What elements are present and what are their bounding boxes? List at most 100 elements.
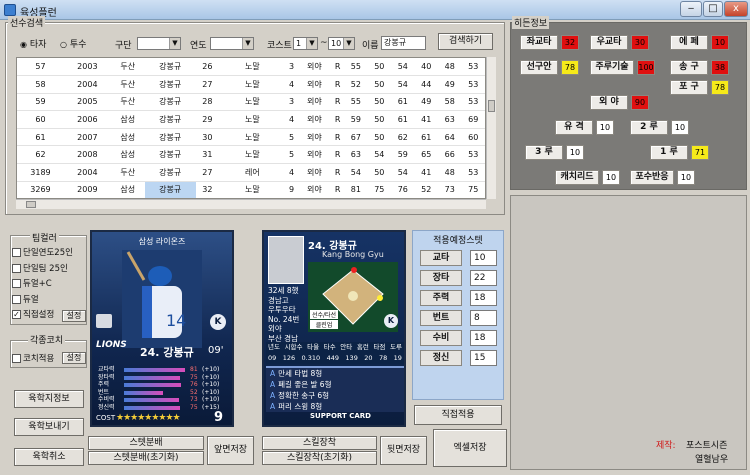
table-cell: 외야 [297,110,332,129]
card-stat-label: 정신력 [98,403,115,411]
skill-equip-reset-button[interactable]: 스킬장착(초기화) [262,451,377,465]
apply-stat-input[interactable]: 8 [470,310,497,326]
team-color-option[interactable]: 듀얼 [12,293,39,305]
table-cell: 32 [195,181,220,198]
table-cell: 강봉규 [144,181,196,198]
minimize-button[interactable]: ‒ [680,1,702,17]
table-row[interactable]: 58 2004 두산 강봉규 27 노말 4 외야 R 52 50 54 44 49 53 [17,75,485,94]
table-row[interactable]: 60 2006 삼성 강봉규 29 노말 4 외야 R 59 50 61 41 63 69 [17,110,485,129]
cost-to-select[interactable]: 10 ▼ [328,37,355,50]
stat-distribute-reset-button[interactable]: 스텟분배(초기화) [88,451,204,465]
table-cell: 81 [344,181,368,198]
save-excel-button[interactable]: 엑셀저장 [433,429,507,467]
table-cell: 62 [391,128,415,147]
name-input[interactable]: 강봉규 [381,36,426,50]
table-cell: 27 [195,75,220,94]
table-cell: 69 [461,110,485,129]
search-button[interactable]: 검색하기 [438,33,493,50]
table-cell: 50 [367,58,392,77]
hidden-stat-value: 100 [637,60,655,75]
table-cell: 64 [437,128,462,147]
card-stat-label: 주력 [98,381,110,388]
card-stat-bonus: (+10) [202,366,220,373]
cancel-training-button[interactable]: 육학취소 [14,448,84,466]
table-cell: 63 [344,145,368,165]
team-color-option[interactable]: 듀얼+C [12,277,52,289]
table-row[interactable]: 57 2003 두산 강봉규 26 노말 3 외야 R 55 50 54 40 48 53 [17,58,485,77]
close-button[interactable]: x [724,1,748,17]
table-cell: 31 [195,145,220,165]
card-badge [96,314,112,328]
card-team: 삼성 라이온즈 [138,237,186,246]
apply-stat-input[interactable]: 18 [470,290,497,306]
apply-stat-input[interactable]: 15 [470,350,497,366]
save-front-button[interactable]: 앞면저장 [207,436,254,465]
hidden-stat-label: 캐치리드 [555,170,599,185]
checkbox-icon [12,279,21,288]
table-cell: 삼성 [110,181,145,198]
lineup-select-value[interactable]: 클린업 [310,320,338,329]
skill-equip-button[interactable]: 스킬장착 [262,436,377,450]
table-cell: 강봉규 [144,163,196,182]
player-portrait [268,236,304,284]
team-color-option[interactable]: 단일연도25인 [12,246,73,258]
hidden-stat-value: 78 [711,80,729,95]
hidden-stat-value: 10 [671,120,689,135]
coach-apply-checkbox[interactable]: 코치적용 [12,352,54,364]
hidden-stat-value: 38 [711,60,729,75]
apply-direct-button[interactable]: 직접적용 [414,405,502,425]
credit-label: 제작: [656,441,676,451]
card-back-stat-cell: 19 [393,354,402,362]
table-cell: 60 [461,128,485,147]
table-row[interactable]: 59 2005 두산 강봉규 28 노말 3 외야 R 55 50 61 49 58 53 [17,93,485,112]
table-cell: 53 [461,145,485,165]
team-select[interactable]: ▼ [137,37,181,50]
team-color-setting-button[interactable]: 설정 [62,310,86,322]
apply-stat-input[interactable]: 22 [470,270,497,286]
table-cell: 41 [414,163,438,182]
year-select[interactable]: ▼ [210,37,254,50]
table-row[interactable]: 3189 2004 두산 강봉규 27 레어 4 외야 R 54 50 54 41 48 53 [17,163,485,182]
table-row[interactable]: 3269 2009 삼성 강봉규 32 노말 9 외야 R 81 75 76 52 73 75 [17,181,485,198]
save-back-button[interactable]: 뒷면저장 [380,436,427,465]
table-cell: 노말 [219,110,286,129]
checkbox-icon [12,248,21,257]
cost-from-select[interactable]: 1 ▼ [293,37,318,50]
apply-stat-input[interactable]: 18 [470,330,497,346]
stat-distribute-button[interactable]: 스텟분배 [88,436,204,450]
table-cell: R [331,145,345,165]
radio-pitcher[interactable]: ○ 투수 [60,37,86,50]
team-color-option[interactable]: 단일팀 25인 [12,262,68,274]
send-training-button[interactable]: 육학보내기 [14,418,84,436]
table-cell: 두산 [110,163,145,182]
table-horizontal-scrollbar[interactable] [16,199,486,209]
team-color-option[interactable]: ✓ 직접설정 [12,308,54,320]
radio-batter[interactable]: ◉ 타자 [20,37,46,50]
card-name: 24. 강봉규 [140,346,194,359]
table-cell: 외야 [297,145,332,165]
apply-stat-input[interactable]: 10 [470,250,497,266]
hidden-stat-label: 송 구 [670,60,708,75]
hidden-stat-label: 외 야 [590,95,628,110]
year-label: 연도 [190,41,207,51]
skill-grade-icon: A [270,380,276,389]
player-table[interactable]: 57 2003 두산 강봉규 26 노말 3 외야 R 55 50 54 40 48 53 58 2004 두산 강… [16,57,486,199]
cost-label: 코스트 [267,41,292,51]
table-row[interactable]: 61 2007 삼성 강봉규 30 노말 5 외야 R 67 50 62 61 64 60 [17,128,485,147]
maximize-button[interactable]: □ [703,1,723,17]
table-cell: 50 [367,163,392,182]
table-cell: 50 [367,110,392,129]
table-cell: 외야 [297,93,332,112]
skill-name: 퍼리 스윙 8형 [278,402,323,411]
card-back-stat-cell: 09 [268,354,277,362]
card-back-stat-cell: 도루 [390,343,402,351]
card-back-skill: A 만세 타법 8형 [266,368,404,379]
table-vertical-scrollbar[interactable] [486,57,496,199]
view-training-button[interactable]: 육학지정보 [14,390,84,408]
title-bar: 육성플런 ‒ □ x [0,0,750,20]
coach-setting-button[interactable]: 설정 [62,352,86,364]
table-cell: 외야 [297,128,332,147]
table-cell: 2008 [63,145,111,165]
table-row[interactable]: 62 2008 삼성 강봉규 31 노말 5 외야 R 63 54 59 65 66 53 [17,145,485,165]
table-cell: 28 [195,93,220,112]
